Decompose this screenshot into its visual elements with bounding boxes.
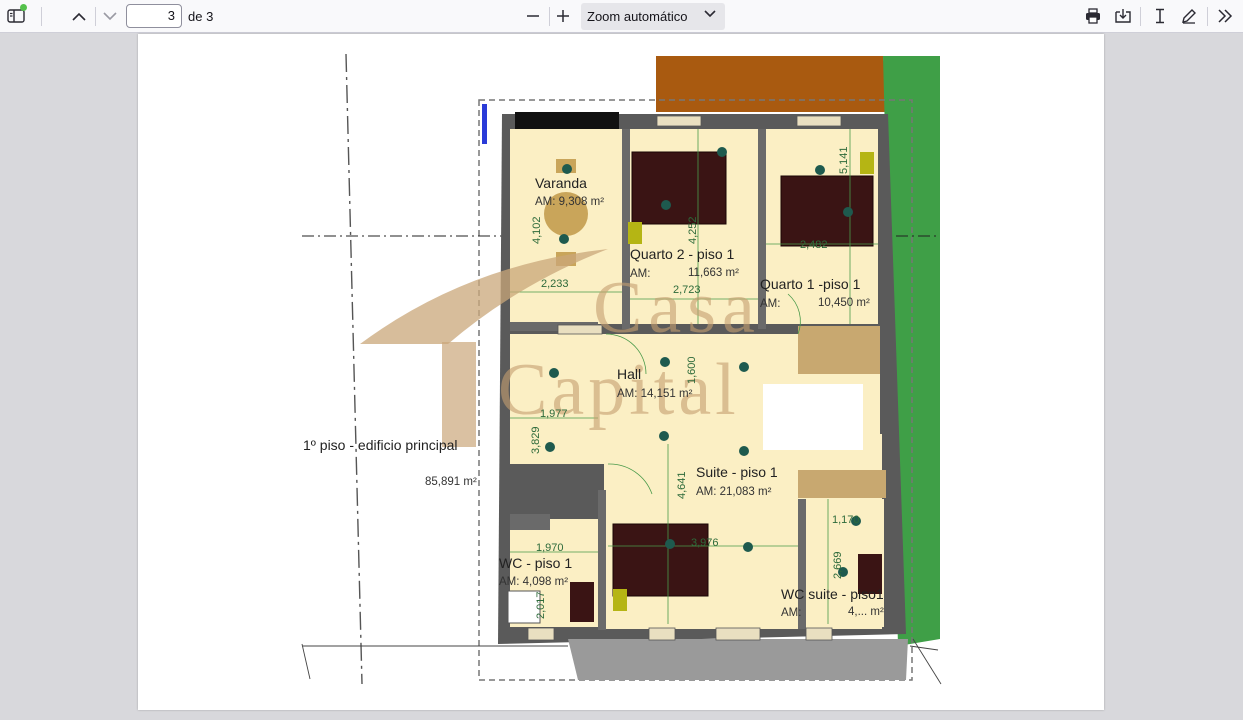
- blue-edge: [482, 104, 487, 144]
- black-balcony-rail: [515, 112, 619, 129]
- dimension-label: 2,233: [541, 278, 569, 290]
- room-name-varanda: Varanda: [535, 175, 587, 191]
- room-area-hall: AM: 14,151 m²: [617, 388, 693, 400]
- wall-piece: [798, 470, 886, 498]
- dimension-label: 2,482: [800, 239, 828, 251]
- room-area-wc: AM: 4,098 m²: [499, 576, 569, 588]
- room-area-quarto1-value: 10,450 m²: [818, 297, 870, 309]
- room-area-quarto2-value: 11,663 m²: [688, 267, 739, 279]
- pdf-page: Casa Capital Varanda AM: 9,308 m² Quarto…: [138, 34, 1104, 710]
- bed-suite: [612, 523, 709, 597]
- dimension-label: 2,723: [673, 284, 701, 296]
- dimension-label: 3,976: [691, 537, 719, 549]
- toilet: [570, 582, 594, 622]
- pdf-toolbar: 3 de 3 Zoom automático: [0, 0, 1243, 33]
- wall-piece: [510, 514, 550, 530]
- dimension-label: 1,600: [686, 356, 698, 384]
- zoom-in-icon: [557, 10, 569, 22]
- room-name-wc-suite: WC suite - piso1: [781, 586, 884, 602]
- more-tools-icon: [1218, 9, 1233, 23]
- nightstand: [613, 589, 627, 611]
- page-count-label: de 3: [188, 9, 214, 24]
- dimension-label: 4,252: [687, 216, 699, 244]
- dimension-label: 5,141: [838, 146, 850, 174]
- room-area-suite: AM: 21,083 m²: [696, 486, 772, 498]
- room-name-quarto1: Quarto 1 -piso 1: [760, 276, 861, 292]
- sidebar-toggle-icon: [7, 9, 25, 23]
- dimension-label: 1,970: [536, 542, 564, 554]
- text-cursor-icon: [1156, 8, 1164, 24]
- wall-piece: [598, 490, 606, 630]
- print-icon: [1086, 8, 1100, 24]
- text-tool-button[interactable]: [1147, 4, 1173, 28]
- toolbar-divider: [1207, 7, 1208, 26]
- zoom-out-icon: [527, 15, 539, 17]
- chevron-down-icon: [103, 11, 117, 20]
- dimension-label: 4,102: [531, 216, 543, 244]
- save-button[interactable]: [1110, 4, 1136, 28]
- roof-area: [656, 56, 888, 112]
- dimension-label: 2,669: [832, 551, 844, 579]
- dimension-label: 4,641: [676, 471, 688, 499]
- zoom-select-value: Zoom automático: [587, 9, 688, 24]
- pen-icon: [1182, 9, 1196, 24]
- chevron-up-icon: [72, 12, 86, 21]
- save-icon: [1115, 9, 1131, 23]
- room-area-wc-suite-value: 4,... m²: [848, 606, 884, 618]
- page-number-input[interactable]: 3: [126, 4, 182, 28]
- toolbar-divider: [95, 7, 96, 26]
- bed-quarto1: [780, 175, 874, 247]
- zoom-out-button[interactable]: [520, 4, 546, 28]
- wall-piece: [798, 326, 880, 374]
- room-area-varanda: AM: 9,308 m²: [535, 196, 605, 208]
- room-name-quarto2: Quarto 2 - piso 1: [630, 246, 735, 262]
- axis-line: [345, 53, 363, 685]
- building-area: 85,891 m²: [425, 476, 477, 488]
- building-label: 1º piso - edificio principal: [303, 437, 458, 453]
- dimension-label: 1,977: [540, 408, 568, 420]
- watermark-block: [442, 342, 476, 447]
- chevron-down-icon: [704, 10, 716, 18]
- more-tools-button[interactable]: [1212, 4, 1238, 28]
- ground-strip: [568, 639, 908, 680]
- dimension-label: 3,829: [530, 426, 542, 454]
- zoom-select[interactable]: Zoom automático: [581, 3, 725, 30]
- room-area-quarto2-label: AM:: [630, 268, 651, 280]
- nightstand: [628, 222, 642, 244]
- nightstand: [860, 152, 874, 174]
- next-page-button[interactable]: [97, 4, 123, 28]
- previous-page-button[interactable]: [66, 4, 92, 28]
- dimension-label: 2,017: [535, 591, 547, 619]
- watermark-text-casa: Casa: [593, 267, 761, 349]
- toolbar-divider: [41, 7, 42, 26]
- room-name-hall: Hall: [617, 366, 642, 382]
- stair-area: [763, 384, 863, 450]
- draw-tool-button[interactable]: [1176, 4, 1202, 28]
- room-area-wc-suite-label: AM:: [781, 607, 802, 619]
- room-area-quarto1-label: AM:: [760, 298, 781, 310]
- bed-quarto2: [631, 151, 727, 225]
- print-button[interactable]: [1080, 4, 1106, 28]
- room-name-suite: Suite - piso 1: [696, 464, 778, 480]
- room-name-wc: WC - piso 1: [499, 555, 573, 571]
- toolbar-divider: [1140, 7, 1141, 26]
- zoom-in-button[interactable]: [550, 4, 576, 28]
- dimension-label: 1,170: [832, 514, 860, 526]
- notification-dot: [20, 4, 27, 11]
